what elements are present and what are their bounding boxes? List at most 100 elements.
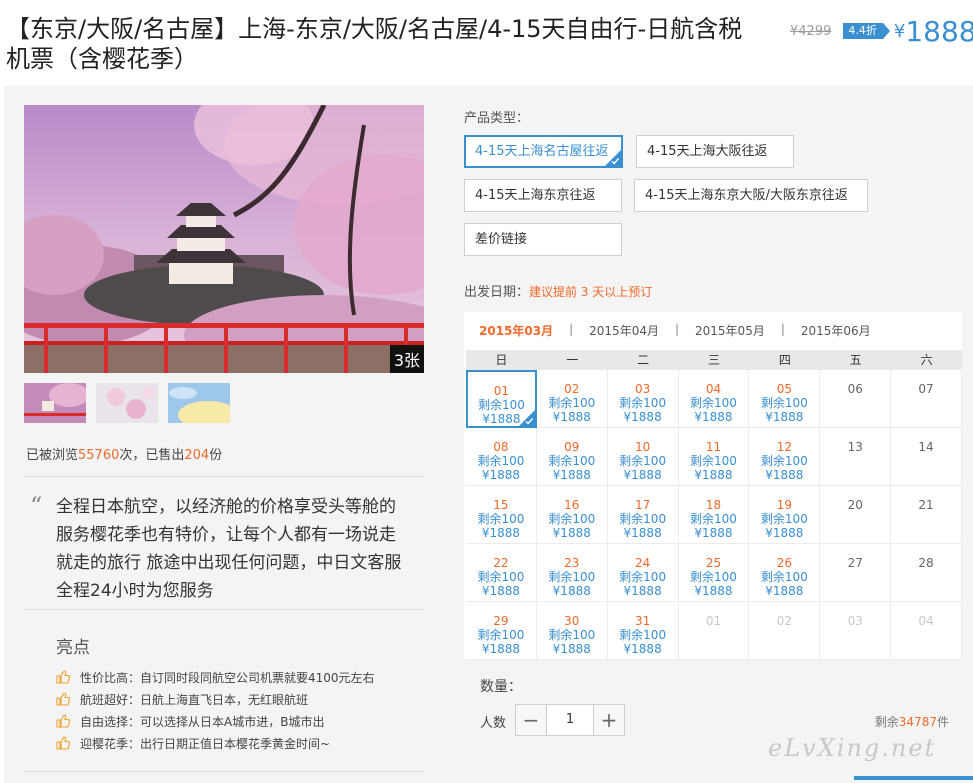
thumbnail-1-image [24,383,86,423]
calendar-day[interactable]: 04 剩余100 ¥1888 [678,370,750,428]
calendar-day[interactable]: 03 剩余100 ¥1888 [607,370,679,428]
day-remaining: 剩余100 [477,570,525,584]
calendar-day: 14 [891,428,962,486]
calendar-day[interactable]: 09 剩余100 ¥1888 [536,428,608,486]
calendar-day[interactable]: 11 剩余100 ¥1888 [678,428,750,486]
calendar-day[interactable]: 08 剩余100 ¥1888 [466,428,537,486]
calendar-day[interactable]: 19 剩余100 ¥1888 [749,486,821,544]
day-number: 23 [564,556,580,570]
calendar-day: 06 [820,370,892,428]
highlight-item: 迎樱花季：出行日期正值日本樱花季黄金时间~ [56,732,375,754]
day-number: 01 [705,614,722,628]
product-option-price-diff[interactable]: 差价链接 [464,223,622,256]
stock-remaining: 剩余34787件 [875,713,949,730]
product-option-tokyo[interactable]: 4-15天上海东京往返 [464,179,622,212]
month-tab-2015-06[interactable]: 2015年06月 [801,322,871,339]
day-number: 22 [493,556,509,570]
calendar-day[interactable]: 30 剩余100 ¥1888 [536,602,608,660]
calendar-day[interactable]: 23 剩余100 ¥1888 [536,544,608,602]
day-number: 01 [493,384,510,398]
calendar-day[interactable]: 17 剩余100 ¥1888 [607,486,679,544]
stats-mid: 次，已售出 [119,448,185,463]
day-number: 13 [847,440,863,454]
day-number: 12 [776,440,792,454]
decrease-button[interactable]: − [516,705,546,735]
thumbnail-3[interactable] [168,383,230,423]
calendar-day[interactable]: 02 剩余100 ¥1888 [536,370,608,428]
day-remaining: 剩余100 [548,512,596,526]
product-option-osaka[interactable]: 4-15天上海大阪往返 [636,135,794,168]
day-price: ¥1888 [552,410,591,424]
calendar-day[interactable]: 22 剩余100 ¥1888 [466,544,537,602]
product-description: 全程日本航空，以经济舱的价格享受头等舱的服务樱花季也有特价，让每个人都有一场说走… [56,497,402,601]
month-separator: | [674,322,680,336]
day-price: ¥1888 [481,642,521,656]
calendar-day: 28 [891,544,962,602]
month-tab-2015-05[interactable]: 2015年05月 [695,322,765,339]
day-number: 20 [847,498,863,512]
thumbnail-1[interactable] [24,383,86,423]
product-option-nagoya[interactable]: 4-15天上海名古屋往返 [464,135,623,168]
calendar-day[interactable]: 15 剩余100 ¥1888 [466,486,537,544]
currency-symbol: ¥ [893,20,906,42]
day-number: 19 [776,498,792,512]
day-remaining: 剩余100 [760,396,808,410]
product-option-label: 4-15天上海名古屋往返 [475,144,609,159]
day-price: ¥1888 [623,468,662,482]
day-price: ¥1888 [694,584,733,598]
thumbnail-2[interactable] [96,383,158,423]
departure-label: 出发日期：建议提前 3 天以上预订 [464,281,652,300]
day-remaining: 剩余100 [619,570,667,584]
page-title: 【东京/大阪/名古屋】上海-东京/大阪/名古屋/4-15天自由行-日航含税机票（… [6,15,743,73]
check-corner-icon [518,410,535,426]
stock-suffix: 件 [936,715,949,729]
calendar-day[interactable]: 24 剩余100 ¥1888 [607,544,679,602]
divider [24,609,424,610]
calendar-day[interactable]: 18 剩余100 ¥1888 [678,486,750,544]
thumbs-up-icon [56,692,70,706]
calendar-day[interactable]: 25 剩余100 ¥1888 [678,544,750,602]
day-number: 15 [493,498,509,512]
calendar-day[interactable]: 26 剩余100 ¥1888 [749,544,821,602]
view-sold-stats: 已被浏览55760次，已售出204份 [26,444,222,463]
day-number: 29 [493,614,509,628]
highlight-item: 性价比高：自订同时段同航空公司机票就要4100元左右 [56,666,375,688]
stats-suffix: 份 [209,448,223,463]
calendar-day: 27 [820,544,892,602]
quantity-label: 数量： [480,679,522,695]
day-price: ¥1888 [623,642,662,656]
month-separator: | [569,322,574,336]
day-price: ¥1888 [623,526,662,540]
thumbs-up-icon [56,736,70,750]
highlights-list: 性价比高：自订同时段同航空公司机票就要4100元左右 航班超好：日航上海直飞日本… [56,666,375,754]
stock-prefix: 剩余 [874,715,899,729]
day-remaining: 剩余100 [619,396,667,410]
calendar-day[interactable]: 05 剩余100 ¥1888 [749,370,821,428]
product-option-tokyo-osaka[interactable]: 4-15天上海东京大阪/大阪东京往返 [634,179,868,212]
calendar-day[interactable]: 12 剩余100 ¥1888 [749,428,821,486]
day-number: 18 [705,498,722,512]
calendar-day[interactable]: 10 剩余100 ¥1888 [607,428,679,486]
bottom-accent-bar [854,776,973,780]
day-remaining: 剩余100 [690,396,737,410]
price-area: ¥4299 4.4折 ¥ 1888 / [790,15,973,48]
main-photo[interactable]: 3张 [24,105,424,373]
calendar-day[interactable]: 01 剩余100 ¥1888 [466,370,537,428]
quantity-input[interactable]: 1 [546,705,594,735]
day-price: ¥1888 [552,584,591,598]
day-price: ¥1888 [765,584,804,598]
increase-button[interactable]: + [594,705,624,735]
day-remaining: 剩余100 [548,570,596,584]
calendar-day[interactable]: 29 剩余100 ¥1888 [466,602,537,660]
calendar-day[interactable]: 31 剩余100 ¥1888 [607,602,679,660]
highlight-item: 航班超好：日航上海直飞日本，无红眼航班 [56,688,375,710]
thumbs-up-icon [56,670,70,684]
month-tab-2015-04[interactable]: 2015年04月 [589,322,659,339]
day-number: 04 [705,382,722,396]
month-tab-2015-03[interactable]: 2015年03月 [479,322,553,339]
watermark-logo: eLvXing.net [768,734,937,762]
day-price: ¥1888 [481,526,521,540]
day-price: ¥1888 [765,526,804,540]
calendar-day: 04 [891,602,962,660]
calendar-day[interactable]: 16 剩余100 ¥1888 [536,486,608,544]
